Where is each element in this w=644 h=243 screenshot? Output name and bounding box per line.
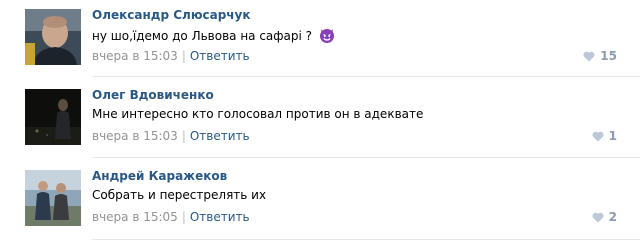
comment-item: Андрей Каражеков Собрать и перестрелять … bbox=[0, 161, 644, 243]
comment-text: Собрать и перестрелять их bbox=[92, 188, 267, 202]
comment-time[interactable]: вчера в 15:03 bbox=[92, 129, 178, 143]
comment-text: ну шо,їдемо до Львова на сафарі ? bbox=[92, 26, 336, 47]
avatar-photo bbox=[25, 9, 81, 65]
author-name[interactable]: Олександр Слюсарчук bbox=[92, 8, 251, 22]
avatar[interactable] bbox=[25, 89, 81, 145]
avatar[interactable] bbox=[25, 9, 81, 65]
author-name[interactable]: Андрей Каражеков bbox=[92, 169, 227, 183]
comment-time[interactable]: вчера в 15:05 bbox=[92, 210, 178, 224]
reply-link[interactable]: Ответить bbox=[190, 129, 250, 143]
like-button[interactable]: 15 bbox=[583, 49, 617, 63]
comment-meta: вчера в 15:03 | Ответить bbox=[92, 49, 250, 63]
heart-icon bbox=[592, 131, 604, 142]
smiling-imp-emoji-icon bbox=[318, 26, 336, 47]
meta-separator: | bbox=[181, 49, 186, 63]
divider bbox=[92, 76, 640, 77]
divider bbox=[92, 157, 640, 158]
reply-link[interactable]: Ответить bbox=[190, 49, 250, 63]
comment-meta: вчера в 15:05 | Ответить bbox=[92, 210, 250, 224]
avatar[interactable] bbox=[25, 170, 81, 226]
meta-separator: | bbox=[181, 210, 186, 224]
like-count: 1 bbox=[608, 129, 617, 143]
reply-link[interactable]: Ответить bbox=[190, 210, 250, 224]
comment-meta: вчера в 15:03 | Ответить bbox=[92, 129, 250, 143]
comment-text-body: ну шо,їдемо до Львова на сафарі ? bbox=[92, 29, 313, 43]
comment-time[interactable]: вчера в 15:03 bbox=[92, 49, 178, 63]
heart-icon bbox=[583, 51, 595, 62]
author-name[interactable]: Олег Вдовиченко bbox=[92, 88, 214, 102]
comment-item: Олександр Слюсарчук ну шо,їдемо до Львов… bbox=[0, 0, 644, 80]
like-button[interactable]: 1 bbox=[592, 129, 617, 143]
like-button[interactable]: 2 bbox=[592, 210, 617, 224]
divider bbox=[92, 239, 640, 240]
like-count: 2 bbox=[608, 210, 617, 224]
heart-icon bbox=[592, 212, 604, 223]
comment-text: Мне интересно кто голосовал против он в … bbox=[92, 107, 424, 121]
comment-item: Олег Вдовиченко Мне интересно кто голосо… bbox=[0, 80, 644, 158]
avatar-photo bbox=[25, 170, 81, 226]
avatar-photo bbox=[25, 89, 81, 145]
meta-separator: | bbox=[181, 129, 186, 143]
like-count: 15 bbox=[600, 49, 617, 63]
